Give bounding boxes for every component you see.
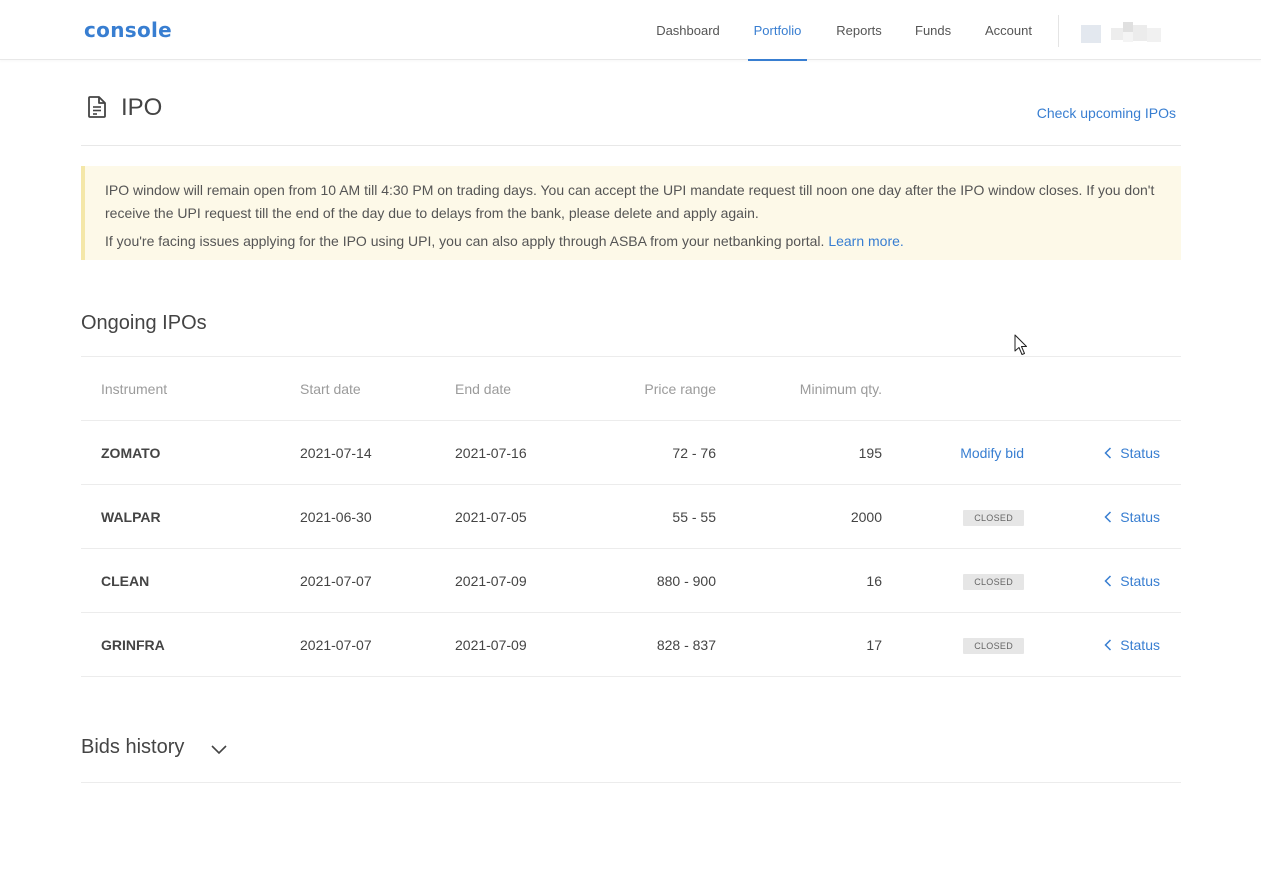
- price-range: 72 - 76: [672, 445, 716, 461]
- start-date: 2021-06-30: [300, 509, 372, 525]
- closed-badge: CLOSED: [963, 574, 1024, 591]
- nav-portfolio[interactable]: Portfolio: [748, 0, 807, 61]
- action-cell: CLOSED: [963, 549, 1024, 613]
- table-row: CLEAN 2021-07-07 2021-07-09 880 - 900 16…: [81, 549, 1181, 613]
- status-label: Status: [1120, 509, 1160, 525]
- table-row: ZOMATO 2021-07-14 2021-07-16 72 - 76 195…: [81, 421, 1181, 485]
- instrument-name: CLEAN: [101, 573, 150, 589]
- action-cell: CLOSED: [963, 485, 1024, 549]
- nav-account[interactable]: Account: [984, 0, 1033, 60]
- mouse-pointer-icon: [1014, 334, 1027, 355]
- notice-line-1: IPO window will remain open from 10 AM t…: [105, 182, 1155, 221]
- nav-dashboard[interactable]: Dashboard: [656, 0, 720, 60]
- user-profile-redacted[interactable]: [1081, 22, 1161, 43]
- document-icon: [88, 96, 106, 118]
- top-header: console Dashboard Portfolio Reports Fund…: [0, 0, 1261, 61]
- ipo-notice: IPO window will remain open from 10 AM t…: [81, 166, 1181, 260]
- col-price-range[interactable]: Price range: [644, 357, 716, 421]
- col-minimum-qty[interactable]: Minimum qty.: [800, 357, 882, 421]
- status-button[interactable]: Status: [1104, 613, 1160, 677]
- status-label: Status: [1120, 445, 1160, 461]
- start-date: 2021-07-07: [300, 573, 372, 589]
- modify-bid-button[interactable]: Modify bid: [960, 445, 1024, 461]
- nav-divider: [1058, 15, 1059, 47]
- status-button[interactable]: Status: [1104, 549, 1160, 613]
- chevron-left-icon: [1104, 511, 1112, 523]
- nav-reports[interactable]: Reports: [836, 0, 882, 60]
- table-header: Instrument Start date End date Price ran…: [81, 357, 1181, 421]
- status-label: Status: [1120, 637, 1160, 653]
- minimum-qty: 17: [866, 637, 882, 653]
- status-button[interactable]: Status: [1104, 485, 1160, 549]
- page-title: IPO: [121, 94, 163, 121]
- price-range: 55 - 55: [672, 509, 716, 525]
- col-end-date[interactable]: End date: [455, 357, 511, 421]
- price-range: 828 - 837: [656, 637, 716, 653]
- section-divider: [81, 782, 1181, 783]
- minimum-qty: 2000: [850, 509, 882, 525]
- status-label: Status: [1120, 573, 1160, 589]
- action-cell: CLOSED: [963, 613, 1024, 677]
- table-row: GRINFRA 2021-07-07 2021-07-09 828 - 837 …: [81, 613, 1181, 677]
- minimum-qty: 16: [866, 573, 882, 589]
- console-logo[interactable]: console: [84, 18, 172, 42]
- minimum-qty: 195: [858, 445, 882, 461]
- chevron-down-icon[interactable]: [210, 742, 228, 756]
- nav-funds[interactable]: Funds: [915, 0, 951, 60]
- learn-more-link[interactable]: Learn more.: [828, 233, 903, 249]
- page-title-row: IPO Check upcoming IPOs: [81, 80, 1181, 146]
- col-start-date[interactable]: Start date: [300, 357, 361, 421]
- price-range: 880 - 900: [656, 573, 716, 589]
- chevron-left-icon: [1104, 639, 1112, 651]
- check-upcoming-ipos-link[interactable]: Check upcoming IPOs: [1037, 105, 1176, 121]
- bids-history-toggle[interactable]: Bids history: [81, 736, 184, 759]
- chevron-left-icon: [1104, 447, 1112, 459]
- notice-line-2: If you're facing issues applying for the…: [105, 230, 1161, 253]
- notice-line-2-text: If you're facing issues applying for the…: [105, 233, 825, 249]
- closed-badge: CLOSED: [963, 638, 1024, 655]
- status-button[interactable]: Status: [1104, 421, 1160, 485]
- start-date: 2021-07-14: [300, 445, 372, 461]
- chevron-left-icon: [1104, 575, 1112, 587]
- instrument-name: GRINFRA: [101, 637, 165, 653]
- end-date: 2021-07-09: [455, 573, 527, 589]
- action-cell: Modify bid: [960, 421, 1024, 485]
- closed-badge: CLOSED: [963, 510, 1024, 527]
- end-date: 2021-07-05: [455, 509, 527, 525]
- instrument-name: WALPAR: [101, 509, 161, 525]
- col-instrument[interactable]: Instrument: [101, 357, 167, 421]
- table-row: WALPAR 2021-06-30 2021-07-05 55 - 55 200…: [81, 485, 1181, 549]
- ongoing-ipos-title: Ongoing IPOs: [81, 312, 207, 334]
- start-date: 2021-07-07: [300, 637, 372, 653]
- instrument-name: ZOMATO: [101, 445, 161, 461]
- end-date: 2021-07-09: [455, 637, 527, 653]
- end-date: 2021-07-16: [455, 445, 527, 461]
